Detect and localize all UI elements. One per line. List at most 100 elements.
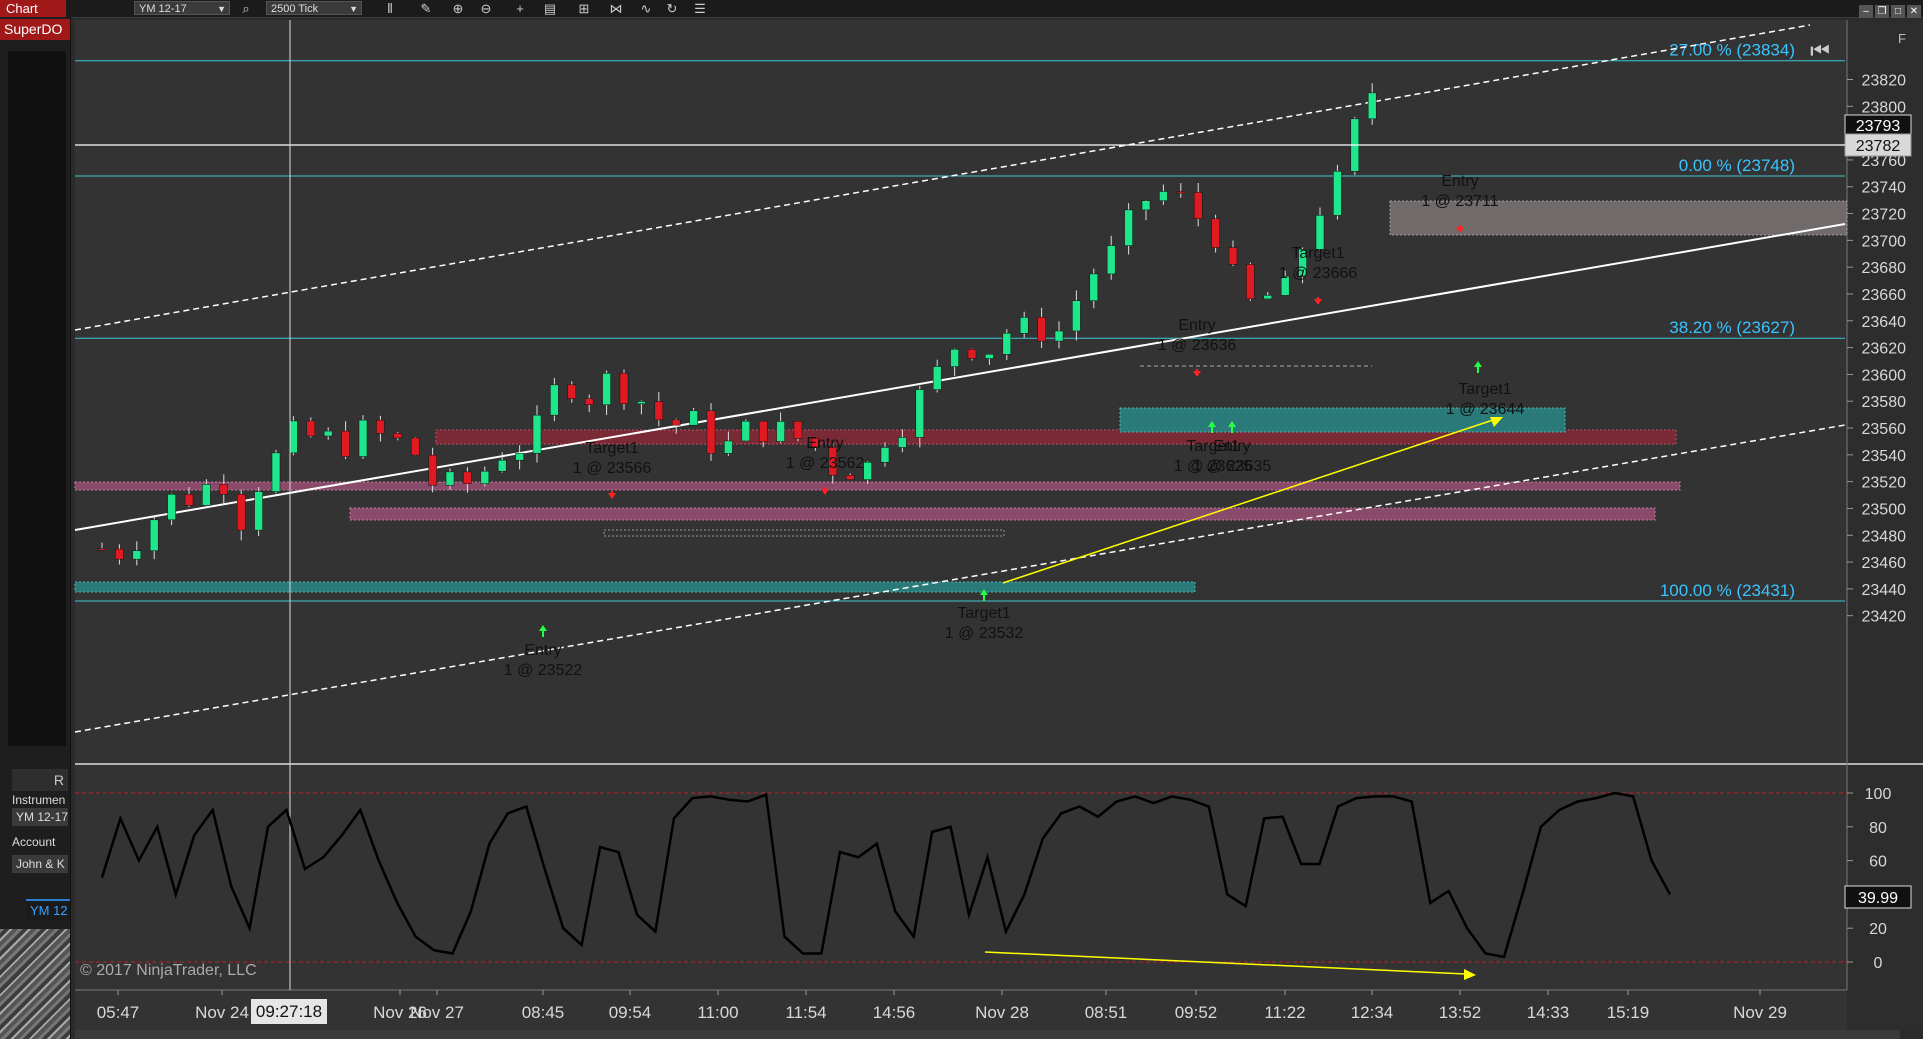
down-candle xyxy=(654,401,664,421)
price-tick-label: 23480 xyxy=(1862,528,1907,545)
price-tick-label: 23580 xyxy=(1862,394,1907,411)
up-candle xyxy=(898,437,907,448)
up-candle xyxy=(1367,92,1377,120)
fib-label-0: 27.00 % (23834) xyxy=(1669,41,1795,60)
time-tick-label: 09:52 xyxy=(1175,1003,1218,1022)
up-candle xyxy=(1159,191,1168,201)
pink-zone-lower xyxy=(349,507,1656,521)
down-candle xyxy=(97,548,107,551)
price-tick-label: 23520 xyxy=(1862,475,1907,492)
time-tick-label: 14:33 xyxy=(1527,1003,1570,1022)
order-label-title: Entry xyxy=(1213,438,1250,455)
order-label-title: Target1 xyxy=(957,605,1010,622)
price-tick-label: 23720 xyxy=(1862,207,1907,224)
down-candle xyxy=(115,548,124,560)
up-candle xyxy=(149,519,159,552)
time-tick-label: Nov 24 xyxy=(195,1003,249,1022)
crosshair-price-label: 23782 xyxy=(1856,138,1901,155)
crosshair-time-label: 09:27:18 xyxy=(251,999,327,1024)
fib-label-2: 38.20 % (23627) xyxy=(1669,318,1795,337)
horizontal-scrollbar[interactable] xyxy=(75,1030,1900,1039)
down-candle xyxy=(1193,192,1203,219)
order-label-detail: 1 @ 23711 xyxy=(1421,193,1498,210)
up-candle xyxy=(741,420,751,442)
time-tick-label: Nov 27 xyxy=(410,1003,464,1022)
up-candle xyxy=(637,401,646,405)
panel-corner-label[interactable]: F xyxy=(1898,31,1906,46)
order-label-title: Target1 xyxy=(1458,381,1511,398)
up-candle xyxy=(724,440,733,454)
down-candle xyxy=(428,454,437,486)
down-candle xyxy=(1037,317,1046,342)
oscillator-value-label: 39.99 xyxy=(1858,890,1898,907)
oscillator-tick-label: 20 xyxy=(1869,921,1887,938)
down-candle xyxy=(845,474,855,480)
up-candle xyxy=(776,421,785,442)
oscillator-tick-label: 80 xyxy=(1869,820,1887,837)
price-tick-label: 23660 xyxy=(1862,287,1907,304)
up-candle xyxy=(532,414,542,454)
time-tick-label: 15:19 xyxy=(1607,1003,1650,1022)
down-candle xyxy=(793,421,803,439)
up-candle xyxy=(880,447,890,463)
price-tick-label: 23800 xyxy=(1862,99,1907,116)
up-candle xyxy=(202,484,211,506)
up-candle xyxy=(1054,330,1064,342)
time-tick-label: 08:45 xyxy=(522,1003,565,1022)
oscillator-tick-label: 0 xyxy=(1874,955,1883,972)
order-label-title: Target1 xyxy=(1291,245,1344,262)
price-tick-label: 23680 xyxy=(1862,260,1907,277)
up-candle xyxy=(985,353,994,359)
price-tick-label: 23500 xyxy=(1862,501,1907,518)
up-candle xyxy=(497,459,507,472)
order-label-title: Entry xyxy=(524,642,561,659)
copyright-text: © 2017 NinjaTrader, LLC xyxy=(80,962,257,979)
price-tick-label: 23620 xyxy=(1862,341,1907,358)
fib-label-3: 100.00 % (23431) xyxy=(1660,581,1795,600)
up-candle xyxy=(950,349,959,367)
price-tick-label: 23700 xyxy=(1862,233,1907,250)
price-axis-area xyxy=(1847,20,1923,1030)
up-candle xyxy=(254,491,263,531)
down-candle xyxy=(1228,247,1238,265)
up-candle xyxy=(132,550,142,560)
time-tick-label: 11:54 xyxy=(785,1003,826,1022)
down-candle xyxy=(671,419,681,426)
up-candle xyxy=(358,419,368,457)
down-candle xyxy=(341,430,350,457)
down-candle xyxy=(219,484,229,495)
chart-canvas[interactable]: 27.00 % (23834) 0.00 % (23748) 38.20 % (23… xyxy=(0,0,1923,1039)
up-candle xyxy=(1333,171,1342,216)
down-candle xyxy=(393,433,403,439)
order-label-detail: 1 @ 23636 xyxy=(1158,337,1237,354)
down-candle xyxy=(1211,218,1220,248)
order-label-detail: 1 @ 23566 xyxy=(573,460,652,477)
price-tick-label: 23600 xyxy=(1862,367,1907,384)
up-candle xyxy=(1141,200,1151,211)
up-candle xyxy=(602,373,611,405)
demand-zone-left xyxy=(74,581,1196,593)
time-tick-label: 12:34 xyxy=(1351,1003,1394,1022)
down-candle xyxy=(619,373,629,405)
time-tick-label: 13:52 xyxy=(1439,1003,1482,1022)
order-label-title: Entry xyxy=(1441,173,1478,190)
price-tick-label: 23460 xyxy=(1862,555,1907,572)
order-label-title: Entry xyxy=(806,435,843,452)
order-label-detail: 1 @ 23666 xyxy=(1279,265,1358,282)
scroll-to-end-icon[interactable]: ⏮ xyxy=(1810,38,1830,63)
order-label-title: Target1 xyxy=(585,440,638,457)
down-candle xyxy=(376,419,385,434)
up-candle xyxy=(915,389,925,438)
up-candle xyxy=(1263,295,1273,300)
time-tick-label: 11:00 xyxy=(697,1003,738,1022)
fib-label-1: 0.00 % (23748) xyxy=(1679,156,1795,175)
price-tick-label: 23540 xyxy=(1862,448,1907,465)
time-tick-label: Nov 29 xyxy=(1733,1003,1787,1022)
up-candle xyxy=(1124,209,1133,246)
time-tick-label: 05:47 xyxy=(97,1003,140,1022)
up-candle xyxy=(863,462,872,480)
order-label-detail: 1 @ 23644 xyxy=(1446,401,1525,418)
price-tick-label: 23640 xyxy=(1862,314,1907,331)
order-label-title: Entry xyxy=(1178,317,1215,334)
time-tick-label: 08:51 xyxy=(1085,1003,1128,1022)
